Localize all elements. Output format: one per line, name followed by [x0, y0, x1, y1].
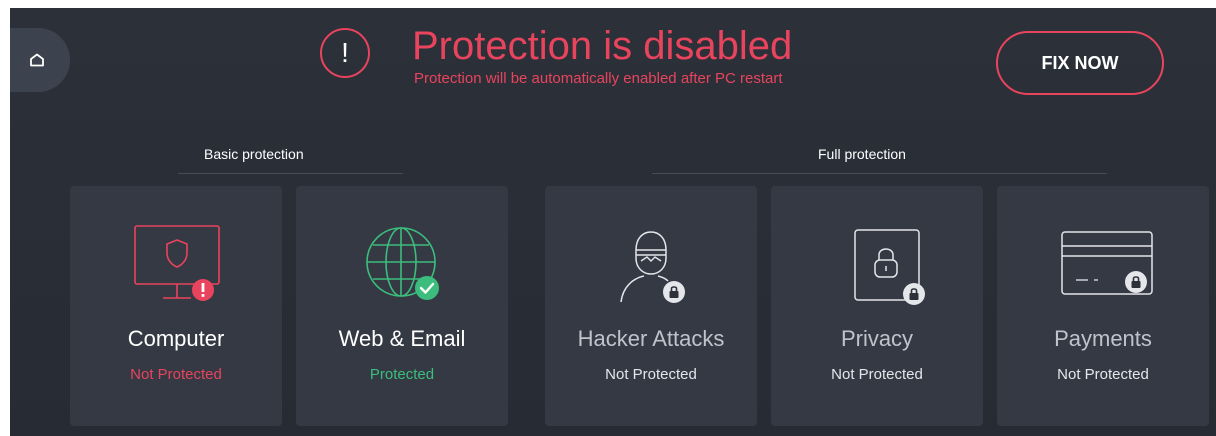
card-privacy[interactable]: Privacy Not Protected [771, 186, 983, 426]
card-name: Web & Email [338, 326, 466, 351]
card-status: Not Protected [1057, 366, 1149, 383]
lock-badge-icon [1125, 271, 1147, 293]
app-window: ! Protection is disabled Protection will… [10, 8, 1216, 436]
credit-card-icon [997, 222, 1209, 306]
card-name: Computer [127, 326, 225, 351]
banner-title: Protection is disabled [412, 24, 793, 68]
fix-now-button[interactable]: FIX NOW [996, 31, 1164, 95]
privacy-lock-icon [771, 222, 983, 306]
section-basic-protection: Basic protection [204, 146, 304, 162]
card-name: Privacy [840, 326, 914, 351]
card-status: Not Protected [605, 366, 697, 383]
card-name: Hacker Attacks [577, 326, 725, 351]
card-status: Not Protected [831, 366, 923, 383]
card-computer[interactable]: Computer Not Protected [70, 186, 282, 426]
home-icon [30, 53, 44, 67]
section-full-protection: Full protection [818, 146, 906, 162]
card-web-email[interactable]: Web & Email Protected [296, 186, 508, 426]
divider-full [652, 173, 1107, 174]
globe-icon [296, 222, 508, 306]
card-name: Payments [1054, 326, 1152, 351]
home-button[interactable] [10, 28, 70, 92]
card-payments[interactable]: Payments Not Protected [997, 186, 1209, 426]
alert-icon: ! [320, 28, 370, 78]
card-hacker-attacks[interactable]: Hacker Attacks Not Protected [545, 186, 757, 426]
card-status: Protected [369, 366, 435, 383]
check-badge-icon [415, 276, 439, 300]
hacker-icon [545, 222, 757, 306]
warning-badge-icon [192, 279, 214, 301]
card-status: Not Protected [130, 366, 222, 383]
divider-basic [178, 173, 403, 174]
monitor-shield-icon [70, 222, 282, 306]
lock-badge-icon [903, 283, 925, 305]
banner-subtitle: Protection will be automatically enabled… [414, 70, 783, 87]
lock-badge-icon [663, 281, 685, 303]
